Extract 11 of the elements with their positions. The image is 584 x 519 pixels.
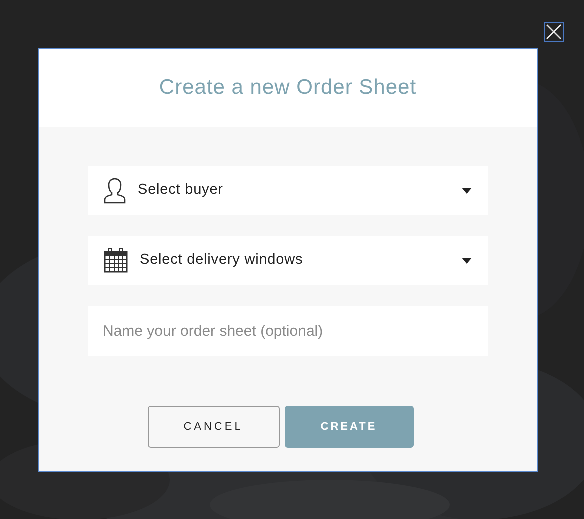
calendar-icon — [104, 248, 128, 273]
close-button[interactable] — [544, 22, 564, 42]
caret-icon — [462, 258, 472, 264]
cancel-button[interactable]: CANCEL — [148, 406, 280, 448]
name-input-field[interactable]: Name your order sheet (optional) — [88, 306, 488, 356]
person-icon — [104, 178, 126, 204]
caret-icon — [462, 188, 472, 194]
select-field[interactable]: Select buyer — [88, 166, 488, 215]
close-icon — [546, 24, 562, 40]
dialog-title: Create a new Order Sheet — [159, 75, 417, 102]
select-field[interactable]: Select delivery windows — [88, 236, 488, 285]
